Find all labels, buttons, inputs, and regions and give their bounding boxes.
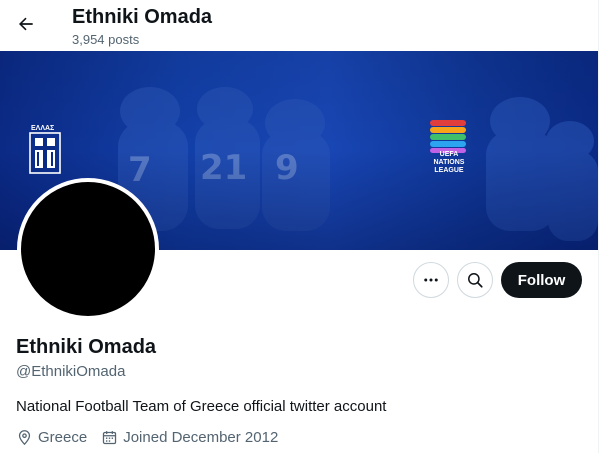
more-options-button[interactable] (413, 262, 449, 298)
search-icon (468, 273, 483, 288)
follow-button[interactable]: Follow (501, 262, 582, 298)
profile-handle: @EthnikiOmada (16, 363, 126, 380)
display-name: Ethniki Omada (16, 336, 157, 358)
top-header: Ethniki Omada 3,954 posts (0, 0, 598, 51)
post-count: 3,954 posts (72, 32, 140, 47)
greece-logo-text: ΕΛΛΑΣ (31, 125, 55, 132)
location-item: Greece (16, 429, 87, 446)
location-text: Greece (38, 429, 88, 446)
column-divider (598, 0, 599, 453)
joined-text: Joined December 2012 (123, 429, 279, 446)
search-profile-button[interactable] (457, 262, 493, 298)
calendar-icon (103, 431, 117, 445)
joined-item: Joined December 2012 (101, 429, 278, 446)
location-pin-icon (18, 430, 31, 446)
more-horizontal-icon (424, 278, 438, 282)
arrow-left-icon (19, 17, 33, 31)
back-button[interactable] (10, 8, 42, 40)
profile-page: Ethniki Omada 3,954 posts 7 21 9 (0, 0, 601, 453)
header-title: Ethniki Omada (72, 6, 213, 28)
profile-bio: National Football Team of Greece officia… (16, 398, 387, 415)
profile-avatar[interactable] (17, 178, 159, 320)
profile-meta: Greece Joined December 2012 (16, 429, 292, 446)
nations-league-text: UEFA NATIONS LEAGUE (433, 151, 465, 174)
